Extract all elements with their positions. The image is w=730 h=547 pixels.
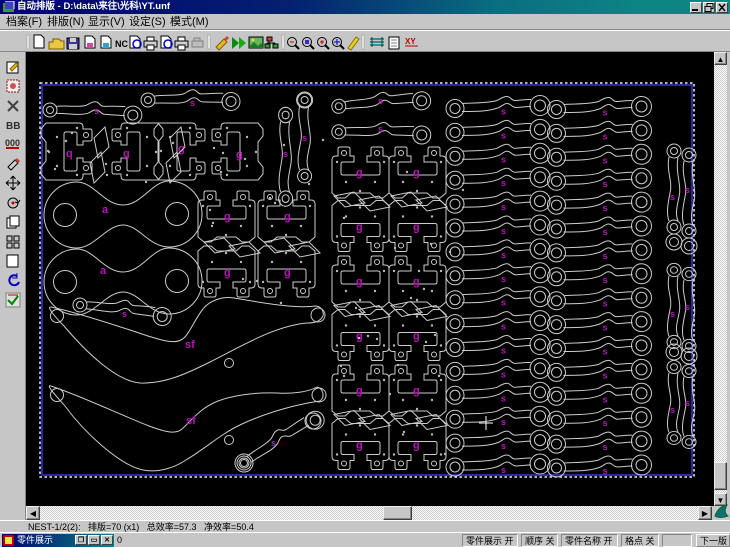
svg-text:s: s: [378, 124, 383, 134]
svg-text:s: s: [302, 133, 307, 143]
svg-text:000: 000: [5, 138, 20, 148]
svg-text:s: s: [501, 178, 506, 188]
svg-text:s: s: [501, 322, 506, 332]
svg-text:sf: sf: [185, 339, 195, 351]
svg-text:g: g: [413, 276, 420, 288]
svg-text:s: s: [94, 106, 99, 116]
svg-text:g: g: [413, 440, 420, 452]
svg-text:s: s: [501, 465, 506, 475]
svg-text:g: g: [356, 385, 363, 397]
svg-text:s: s: [603, 323, 608, 333]
svg-text:s: s: [501, 298, 506, 308]
svg-text:g: g: [356, 276, 363, 288]
svg-text:g: g: [224, 267, 231, 279]
svg-text:s: s: [685, 398, 690, 408]
svg-text:s: s: [685, 302, 690, 312]
svg-text:s: s: [501, 130, 506, 140]
svg-text:s: s: [283, 149, 288, 159]
svg-text:s: s: [501, 154, 506, 164]
svg-text:NC: NC: [115, 39, 128, 49]
svg-text:s: s: [501, 441, 506, 451]
svg-text:s: s: [670, 192, 675, 202]
svg-text:s: s: [603, 227, 608, 237]
svg-text:g: g: [224, 211, 231, 223]
svg-text:s: s: [603, 442, 608, 452]
svg-text:s: s: [122, 309, 127, 319]
svg-text:s: s: [501, 417, 506, 427]
svg-text:sf: sf: [186, 415, 196, 427]
svg-text:g: g: [123, 148, 130, 160]
svg-text:s: s: [603, 155, 608, 165]
svg-text:s: s: [603, 299, 608, 309]
svg-text:g: g: [356, 440, 363, 452]
svg-text:s: s: [501, 369, 506, 379]
svg-text:g: g: [413, 167, 420, 179]
svg-text:s: s: [603, 131, 608, 141]
svg-text:q: q: [66, 148, 73, 160]
svg-text:g: g: [284, 267, 291, 279]
svg-text:s: s: [603, 466, 608, 476]
svg-text:s: s: [603, 347, 608, 357]
svg-text:s: s: [501, 202, 506, 212]
svg-text:s: s: [603, 418, 608, 428]
svg-text:s: s: [603, 251, 608, 261]
svg-text:XY: XY: [405, 37, 416, 46]
svg-text:s: s: [271, 438, 276, 448]
svg-text:s: s: [501, 274, 506, 284]
svg-text:s: s: [190, 98, 195, 108]
svg-text:s: s: [603, 394, 608, 404]
svg-text:s: s: [603, 275, 608, 285]
svg-text:s: s: [670, 405, 675, 415]
svg-text:g: g: [413, 222, 420, 234]
svg-text:s: s: [685, 185, 690, 195]
svg-text:s: s: [603, 108, 608, 118]
svg-text:g: g: [413, 331, 420, 343]
svg-text:s: s: [603, 370, 608, 380]
svg-text:s: s: [378, 96, 383, 106]
svg-text:s: s: [501, 226, 506, 236]
svg-text:g: g: [356, 331, 363, 343]
svg-text:s: s: [603, 203, 608, 213]
svg-text:g: g: [356, 167, 363, 179]
svg-text:s: s: [501, 393, 506, 403]
svg-text:g: g: [413, 385, 420, 397]
svg-text:s: s: [670, 309, 675, 319]
svg-text:s: s: [603, 179, 608, 189]
svg-text:s: s: [501, 346, 506, 356]
svg-text:s: s: [501, 250, 506, 260]
svg-text:s: s: [501, 107, 506, 117]
svg-text:a: a: [102, 204, 109, 216]
svg-text:g: g: [236, 149, 243, 161]
svg-text:g: g: [284, 211, 291, 223]
svg-text:g: g: [356, 222, 363, 234]
svg-text:BB: BB: [6, 121, 20, 132]
svg-text:a: a: [100, 265, 107, 277]
